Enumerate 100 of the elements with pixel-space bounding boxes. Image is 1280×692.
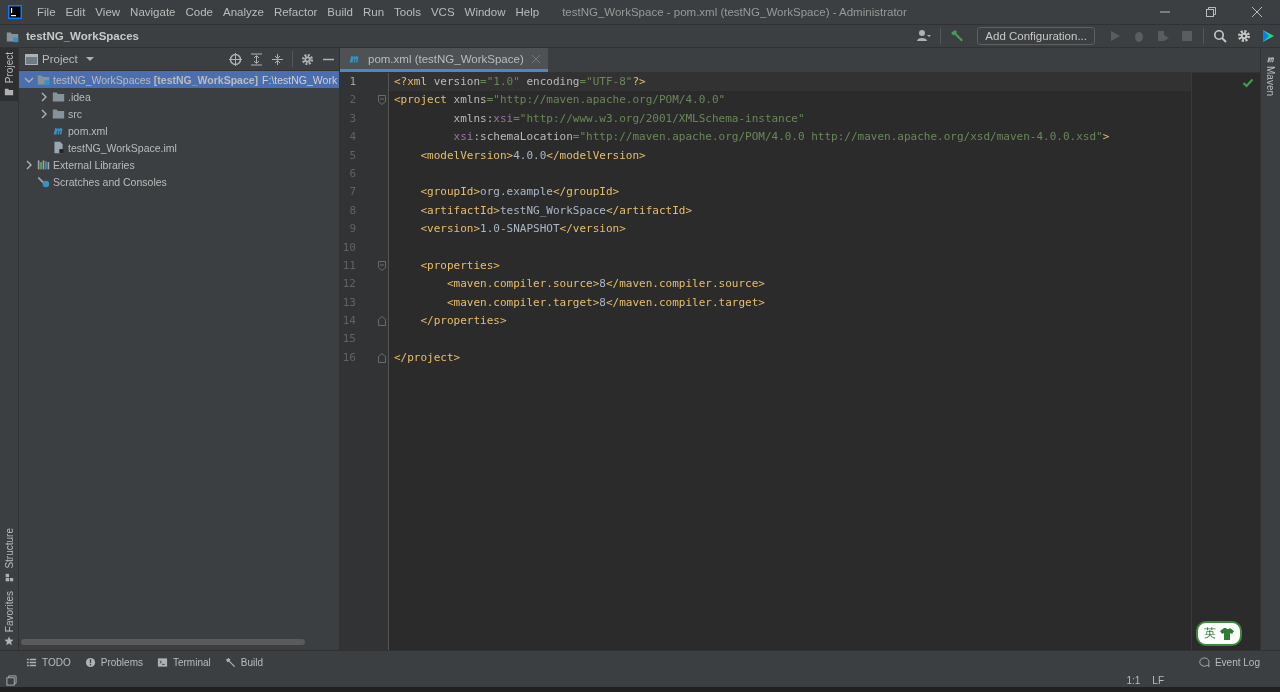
close-icon[interactable] [1250,5,1264,19]
input-method-indicator[interactable]: 英 [1196,621,1242,646]
code-line: </properties> [419,314,507,328]
tool-window-tab[interactable]: Terminal [156,656,211,668]
event-log-tab[interactable]: Event Log [1198,656,1260,668]
tool-window-tab[interactable]: Favorites [0,586,18,650]
item-label: External Libraries [53,158,135,171]
folder-icon [52,90,65,103]
status-item[interactable]: 1:1 [1126,674,1141,686]
hammer-icon[interactable] [950,29,965,43]
item-label: testNG_WorkSpaces [53,73,151,86]
fold-marker-icon[interactable] [378,260,386,271]
user-icon[interactable] [917,29,932,43]
status-item[interactable]: LF [1152,674,1164,686]
tree-item[interactable]: testNG_WorkSpace.iml [19,139,339,156]
menu-item[interactable]: File [32,6,61,18]
scrollbar[interactable] [21,639,305,645]
module-folder-icon [37,73,50,86]
menu-item[interactable]: Code [180,6,218,18]
tool-window-tab[interactable]: Build [224,656,263,668]
menu-item[interactable]: Help [510,6,545,18]
code-line: <version>1.0-SNAPSHOT</version> [419,222,626,236]
add-configuration-button[interactable]: Add Configuration... [977,27,1095,45]
tree-item[interactable]: .idea [19,88,339,105]
tree-item[interactable]: testNG_WorkSpaces [testNG_WorkSpace] F:\testNG_Work [19,71,339,88]
collapse-all-icon[interactable] [271,52,284,66]
code-line: xsi:schemaLocation="http://maven.apache.org/POM/4.0.0 http://maven.apache.org/xsd/maven-4.0.0.xsd"> [452,130,1110,144]
libraries-icon [37,158,50,171]
tree-item[interactable]: pom.xml [19,122,339,139]
tree-item[interactable]: src [19,105,339,122]
menu-item[interactable]: Build [322,6,358,18]
tree-item[interactable]: Scratches and Consoles [19,173,339,190]
item-label: src [68,107,82,120]
window-title: testNG_WorkSpace - pom.xml (testNG_WorkSpace) - Administrator [562,6,908,18]
chevron-right-icon[interactable] [24,159,34,170]
maven-icon [1264,54,1277,64]
plugin-logo-icon[interactable] [1261,29,1275,43]
tool-window-tab[interactable]: Structure [0,524,18,587]
shirt-icon [1220,626,1234,641]
list-icon [26,656,37,668]
fold-marker-icon[interactable] [378,316,386,327]
chevron-right-icon[interactable] [39,108,49,119]
item-label: pom.xml [68,124,108,137]
editor-tab[interactable]: pom.xml (testNG_WorkSpace) [340,48,548,72]
module-label: [testNG_WorkSpace] [153,73,259,86]
module-folder-icon [6,29,19,43]
folder-icon [52,107,65,120]
code-line: <artifactId>testNG_WorkSpace</artifactId> [419,203,693,217]
tool-window-tab[interactable]: Maven [1265,66,1276,96]
item-label: Scratches and Consoles [53,175,167,188]
code-line: <maven.compiler.source>8</maven.compiler.source> [445,277,765,291]
project-breadcrumb[interactable]: testNG_WorkSpaces [26,30,913,42]
restore-icon[interactable] [1204,5,1218,19]
speech-bubble-icon [1198,656,1210,668]
warning-circle-icon [84,656,96,668]
menu-item[interactable]: Analyze [217,6,269,18]
menu-item[interactable]: Edit [60,6,91,18]
fold-marker-icon[interactable] [378,352,386,363]
structure-icon [4,572,14,583]
menu-item[interactable]: View [90,6,126,18]
code-line: xmlns:xsi="http://www.w3.org/2001/XMLSchema-instance" [452,111,805,125]
checkmark-icon [1242,77,1254,89]
dropdown-caret-icon[interactable] [84,54,95,64]
settings-icon[interactable] [1237,29,1251,43]
code-line: <project xmlns="http://maven.apache.org/POM/4.0.0" [394,93,726,107]
code-line: <properties> [419,258,500,272]
tree-item[interactable]: External Libraries [19,156,339,173]
fold-marker-icon[interactable] [378,95,386,106]
menu-item[interactable]: Run [357,6,390,18]
chevron-right-icon[interactable] [39,91,49,102]
menu-item[interactable]: Window [459,6,511,18]
search-icon[interactable] [1213,29,1227,43]
tool-window-tab[interactable]: Problems [84,656,143,668]
terminal-icon [156,656,168,668]
scratches-icon [37,175,50,188]
hammer-icon [224,656,236,668]
menu-item[interactable]: Navigate [125,6,181,18]
code-line: <maven.compiler.target>8</maven.compiler.target> [445,295,765,309]
code-line: <modelVersion>4.0.0</modelVersion> [419,148,646,162]
code-line: <?xml version="1.0" encoding="UTF-8"?> [394,75,646,88]
line-number: 1 [348,74,356,90]
project-path: F:\testNG_Work [262,73,338,86]
code-line: <groupId>org.example</groupId> [419,185,620,199]
tool-window-tab[interactable]: Project [0,48,18,102]
panel-icon [25,52,38,66]
locate-icon[interactable] [229,52,242,66]
panel-title[interactable]: Project [42,53,78,65]
tool-window-tab[interactable]: TODO [26,656,71,668]
settings-icon[interactable] [301,52,314,66]
code-line: </project> [394,350,461,364]
folder-icon [4,87,14,98]
menu-item[interactable]: Tools [389,6,426,18]
star-icon [4,636,14,646]
file-icon [52,141,65,154]
app-logo-icon [8,5,22,19]
item-label: testNG_WorkSpace.iml [68,141,177,154]
item-label: .idea [68,90,91,103]
expand-all-icon[interactable] [250,52,263,66]
menu-item[interactable]: Refactor [268,6,323,18]
menu-item[interactable]: VCS [425,6,460,18]
